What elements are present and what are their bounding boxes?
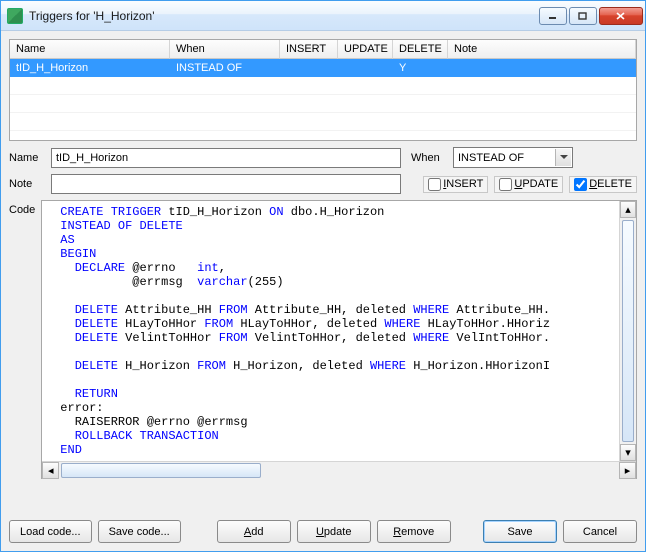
note-label: Note — [9, 178, 45, 190]
name-input[interactable] — [51, 148, 401, 168]
update-checkbox[interactable]: UPDATE — [494, 176, 563, 193]
when-combo[interactable]: INSTEAD OF — [453, 147, 573, 168]
grid-body: tID_H_HorizonINSTEAD OFY — [10, 59, 636, 131]
col-when[interactable]: When — [170, 40, 280, 59]
titlebar[interactable]: Triggers for 'H_Horizon' — [1, 1, 645, 31]
save-code-button[interactable]: Save code... — [98, 520, 181, 543]
col-insert[interactable]: INSERT — [280, 40, 338, 59]
code-label: Code — [9, 200, 35, 216]
load-code-button[interactable]: Load code... — [9, 520, 92, 543]
col-update[interactable]: UPDATE — [338, 40, 393, 59]
when-combo-value: INSTEAD OF — [458, 152, 524, 164]
horizontal-scrollbar[interactable]: ◂ ▸ — [42, 461, 636, 478]
close-button[interactable] — [599, 7, 643, 25]
button-bar: Load code... Save code... Add Update Rem… — [9, 516, 637, 543]
scroll-up-icon[interactable]: ▴ — [620, 201, 636, 218]
col-note[interactable]: Note — [448, 40, 636, 59]
grid-header: Name When INSERT UPDATE DELETE Note — [10, 40, 636, 59]
triggers-window: Triggers for 'H_Horizon' Name When INSER… — [0, 0, 646, 552]
cancel-button[interactable]: Cancel — [563, 520, 637, 543]
trigger-grid[interactable]: Name When INSERT UPDATE DELETE Note tID_… — [9, 39, 637, 141]
when-label: When — [411, 152, 447, 164]
add-button[interactable]: Add — [217, 520, 291, 543]
insert-checkbox[interactable]: INSERT — [423, 176, 488, 193]
code-text[interactable]: CREATE TRIGGER tID_H_Horizon ON dbo.H_Ho… — [42, 201, 636, 461]
app-icon — [7, 8, 23, 24]
col-name[interactable]: Name — [10, 40, 170, 59]
horizontal-thumb[interactable] — [61, 463, 261, 478]
minimize-button[interactable] — [539, 7, 567, 25]
vertical-thumb[interactable] — [622, 220, 634, 442]
maximize-button[interactable] — [569, 7, 597, 25]
save-button[interactable]: Save — [483, 520, 557, 543]
delete-checkbox[interactable]: DELETE — [569, 176, 637, 193]
scroll-left-icon[interactable]: ◂ — [42, 462, 59, 479]
code-editor[interactable]: CREATE TRIGGER tID_H_Horizon ON dbo.H_Ho… — [41, 200, 637, 479]
note-input[interactable] — [51, 174, 401, 194]
scroll-right-icon[interactable]: ▸ — [619, 462, 636, 479]
name-label: Name — [9, 152, 45, 164]
client-area: Name When INSERT UPDATE DELETE Note tID_… — [1, 31, 645, 551]
col-delete[interactable]: DELETE — [393, 40, 448, 59]
remove-button[interactable]: Remove — [377, 520, 451, 543]
window-title: Triggers for 'H_Horizon' — [29, 9, 539, 23]
scroll-down-icon[interactable]: ▾ — [620, 444, 636, 461]
update-button[interactable]: Update — [297, 520, 371, 543]
vertical-scrollbar[interactable]: ▴ ▾ — [619, 201, 636, 461]
table-row[interactable]: tID_H_HorizonINSTEAD OFY — [10, 59, 636, 77]
chevron-down-icon — [555, 149, 571, 166]
